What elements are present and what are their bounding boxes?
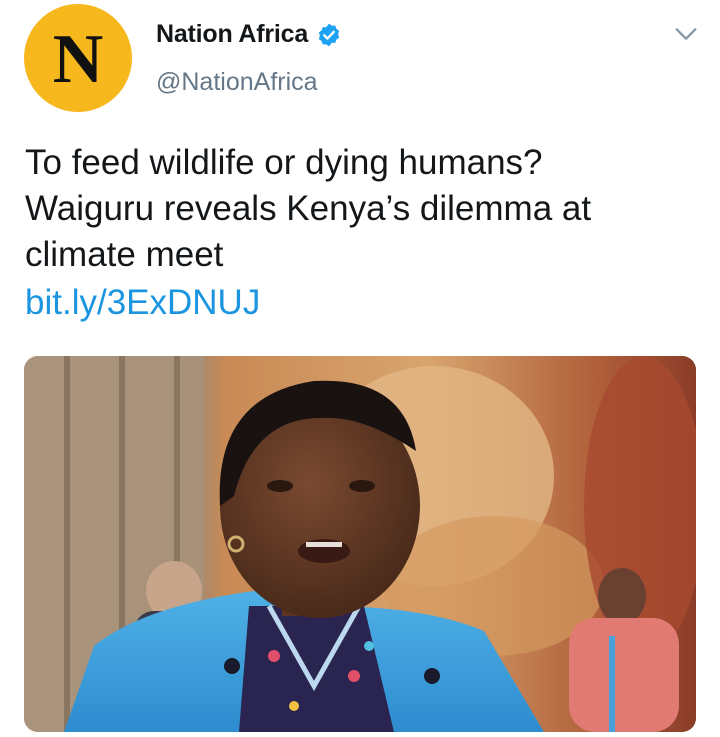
verified-badge-icon [318, 23, 340, 46]
news-photo [24, 356, 696, 732]
display-name[interactable]: Nation Africa [156, 20, 308, 49]
avatar-logo-letter: N [52, 21, 104, 98]
tweet-card: N Nation Africa @NationAfrica To feed wi… [0, 0, 720, 737]
avatar[interactable]: N [24, 4, 132, 112]
tweet-text-line: Waiguru reveals Kenya’s dilemma at [25, 189, 592, 228]
account-name-row: Nation Africa [156, 20, 342, 49]
tweet-text-line: climate meet [25, 235, 224, 274]
tweet-link[interactable]: bit.ly/3ExDNUJ [25, 280, 260, 326]
tweet-media-image[interactable] [24, 356, 696, 732]
tweet-text-line: To feed wildlife or dying humans? [25, 143, 543, 182]
chevron-down-icon[interactable] [672, 20, 700, 48]
account-handle[interactable]: @NationAfrica [156, 68, 318, 97]
tweet-text: To feed wildlife or dying humans? Waigur… [25, 140, 665, 278]
